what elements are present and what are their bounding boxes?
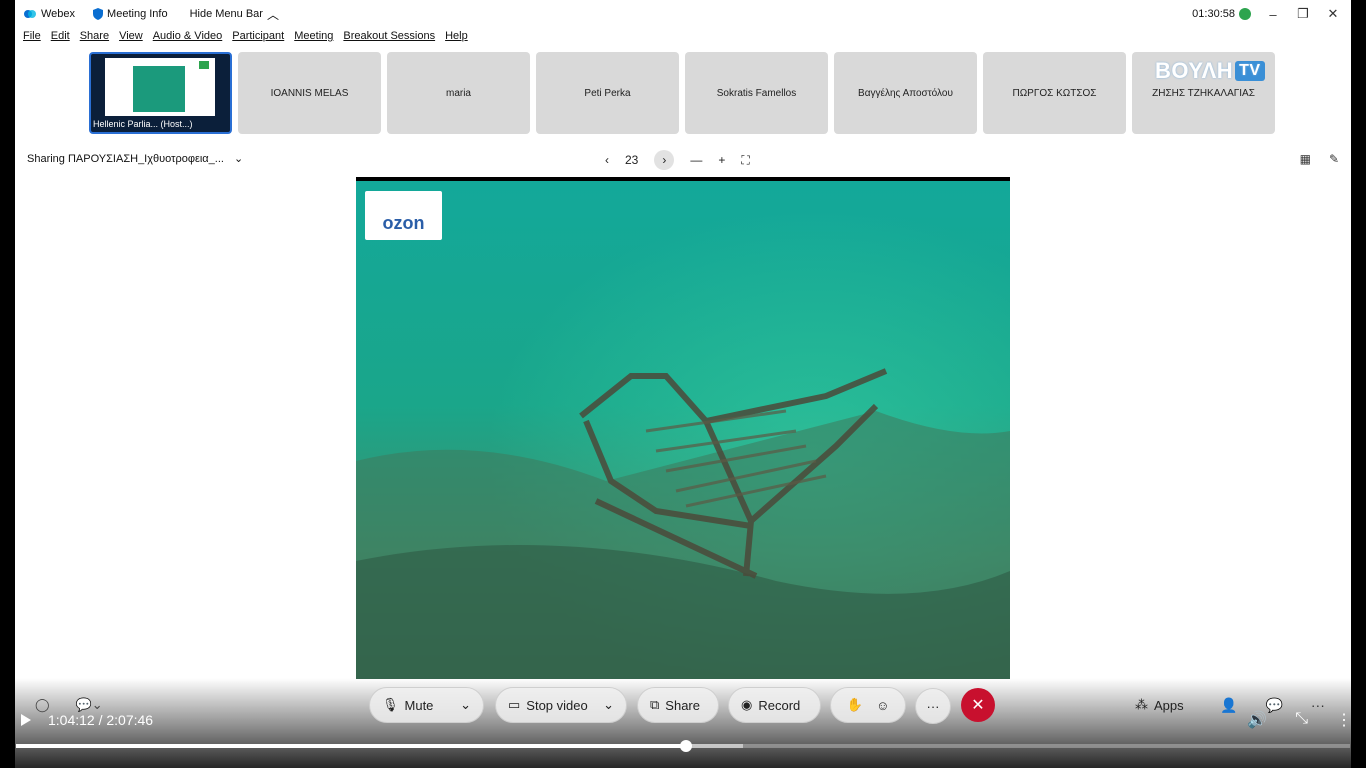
menu-edit[interactable]: Edit bbox=[51, 30, 70, 50]
progress-bar[interactable] bbox=[16, 740, 1350, 752]
participant-name: IOANNIS MELAS bbox=[270, 87, 349, 99]
logo-tag: TV bbox=[1235, 61, 1265, 81]
meeting-info-label: Meeting Info bbox=[107, 8, 168, 20]
timer-text: 01:30:58 bbox=[1192, 8, 1235, 20]
menu-meeting[interactable]: Meeting bbox=[294, 30, 333, 50]
underwater-photo bbox=[356, 181, 1010, 679]
video-player-controls: 1:04:12 / 2:07:46 🔊 ⤡ ⋮ bbox=[0, 700, 1366, 768]
prev-page-icon[interactable]: ‹ bbox=[605, 153, 609, 167]
title-bar: Webex Meeting Info Hide Menu Bar ︿ 01:30… bbox=[15, 0, 1351, 28]
participant-name: ΖΗΣΗΣ ΤΖΗΚΑΛΑΓΙΑΣ bbox=[1152, 87, 1255, 99]
participant-tile[interactable]: Βαγγέλης Αποστόλου bbox=[834, 52, 977, 134]
ozon-logo-text: ozon bbox=[382, 213, 425, 233]
volume-icon[interactable]: 🔊 bbox=[1247, 710, 1267, 730]
menu-share[interactable]: Share bbox=[80, 30, 109, 50]
sharing-selector[interactable]: Sharing ΠΑΡΟΥΣΙΑΣΗ_Ιχθυοτροφεια_... ⌄ bbox=[27, 152, 244, 166]
menu-breakout-sessions[interactable]: Breakout Sessions bbox=[343, 30, 435, 50]
participant-name: ΠΩΡΓΟΣ ΚΩΤΣΟΣ bbox=[1012, 87, 1097, 99]
page-number: 23 bbox=[625, 153, 639, 167]
meeting-info-button[interactable]: Meeting Info bbox=[93, 8, 168, 20]
zoom-in-icon[interactable]: + bbox=[718, 153, 725, 167]
hide-menu-bar-label: Hide Menu Bar bbox=[189, 8, 263, 20]
participant-name: Sokratis Famellos bbox=[716, 87, 797, 99]
more-vertical-icon[interactable]: ⋮ bbox=[1336, 710, 1352, 730]
meeting-timer: 01:30:58 bbox=[1192, 8, 1251, 20]
app-name: Webex bbox=[41, 8, 76, 20]
close-icon[interactable]: ✕ bbox=[1325, 6, 1341, 22]
grid-layout-icon[interactable]: ▦ bbox=[1300, 152, 1311, 166]
webex-app[interactable]: Webex bbox=[23, 7, 75, 21]
webex-logo-icon bbox=[24, 10, 36, 18]
participant-tile[interactable]: IOANNIS MELAS bbox=[238, 52, 381, 134]
menu-help[interactable]: Help bbox=[445, 30, 468, 50]
participant-tile[interactable]: Peti Perka bbox=[536, 52, 679, 134]
menu-file[interactable]: File bbox=[23, 30, 41, 50]
host-video-thumbnail bbox=[105, 58, 215, 116]
ozon-logo: ozon bbox=[365, 191, 442, 240]
host-name: Hellenic Parlia... (Host...) bbox=[93, 119, 193, 129]
participant-name: maria bbox=[445, 87, 471, 99]
status-dot-icon bbox=[1239, 8, 1251, 20]
play-icon[interactable] bbox=[18, 712, 34, 728]
chevron-up-icon: ︿ bbox=[266, 7, 279, 22]
menu-participant[interactable]: Participant bbox=[232, 30, 284, 50]
scrubber-handle[interactable] bbox=[679, 740, 692, 752]
participant-name: Βαγγέλης Αποστόλου bbox=[858, 87, 953, 99]
played-bar bbox=[16, 744, 686, 748]
shared-content: ozon bbox=[356, 177, 1010, 679]
exit-fullscreen-icon[interactable]: ⤡ bbox=[1295, 710, 1308, 730]
page-navigator: ‹ 23 › — + ⛶ bbox=[605, 150, 750, 170]
menu-bar: File Edit Share View Audio & Video Parti… bbox=[15, 30, 470, 50]
webex-window: Webex Meeting Info Hide Menu Bar ︿ 01:30… bbox=[15, 0, 1351, 768]
participant-tile-host[interactable]: Hellenic Parlia... (Host...) bbox=[89, 52, 232, 134]
annotate-icon[interactable]: ✎ bbox=[1329, 152, 1339, 166]
zoom-out-icon[interactable]: — bbox=[690, 153, 702, 167]
participant-name: Peti Perka bbox=[584, 87, 631, 99]
view-controls: ▦ ✎ bbox=[1300, 152, 1339, 166]
fullscreen-icon[interactable]: ⛶ bbox=[741, 153, 749, 168]
sharing-label: Sharing ΠΑΡΟΥΣΙΑΣΗ_Ιχθυοτροφεια_... bbox=[27, 152, 224, 165]
logo-name: ΒΟΥΛΗ bbox=[1155, 58, 1234, 83]
chevron-down-icon: ⌄ bbox=[233, 153, 244, 165]
minimize-icon[interactable]: – bbox=[1265, 7, 1281, 22]
menu-view[interactable]: View bbox=[119, 30, 143, 50]
vouli-tv-logo: ΒΟΥΛΗ TV bbox=[1155, 58, 1265, 84]
participant-tile[interactable]: maria bbox=[387, 52, 530, 134]
playback-time: 1:04:12 / 2:07:46 bbox=[48, 712, 154, 728]
participant-strip: Hellenic Parlia... (Host...) IOANNIS MEL… bbox=[89, 52, 1275, 136]
menu-audio-video[interactable]: Audio & Video bbox=[153, 30, 223, 50]
restore-icon[interactable]: ❐ bbox=[1295, 6, 1311, 22]
participant-tile[interactable]: ΠΩΡΓΟΣ ΚΩΤΣΟΣ bbox=[983, 52, 1126, 134]
next-page-icon[interactable]: › bbox=[654, 150, 675, 170]
participant-tile[interactable]: Sokratis Famellos bbox=[685, 52, 828, 134]
hide-menu-bar-button[interactable]: Hide Menu Bar ︿ bbox=[190, 6, 279, 23]
shield-icon bbox=[93, 8, 104, 20]
